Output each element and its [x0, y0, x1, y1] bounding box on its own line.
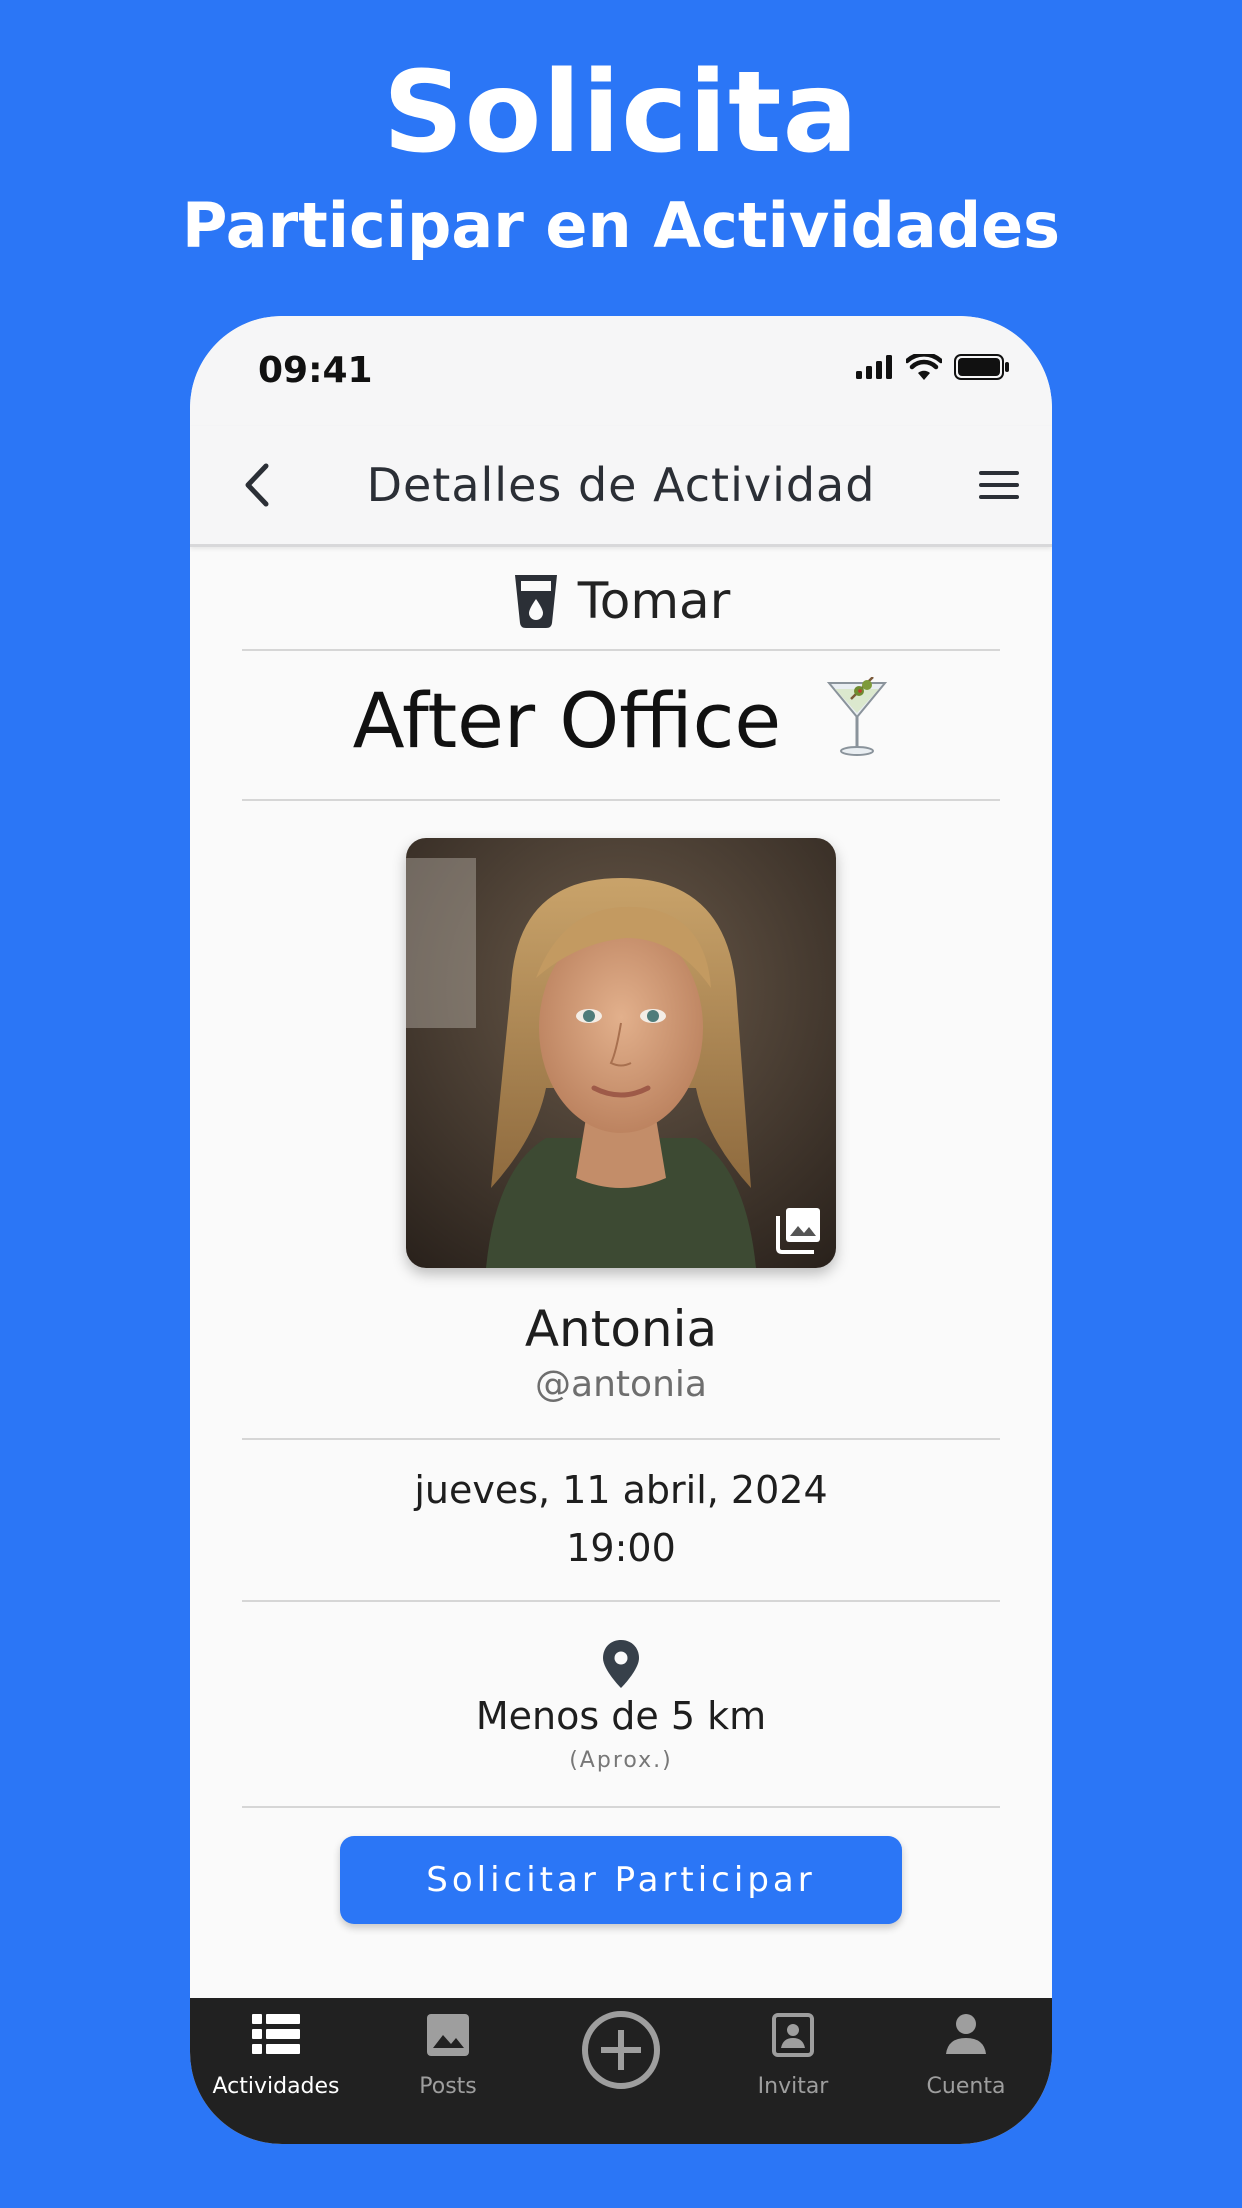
hero-subtitle: Participar en Actividades: [181, 189, 1061, 262]
hamburger-menu-icon: [979, 471, 1019, 499]
activity-title-text: After Office: [352, 676, 782, 765]
list-icon: [252, 2014, 300, 2054]
battery-icon: [954, 354, 1009, 380]
tab-actividades[interactable]: Actividades: [190, 1998, 362, 2144]
divider: [242, 1438, 1000, 1440]
distance-note: (Aprox.): [569, 1748, 673, 1773]
tab-invitar[interactable]: Invitar: [707, 1998, 879, 2144]
divider: [242, 1600, 1000, 1602]
activity-title: After Office: [190, 676, 1052, 775]
activity-date: jueves, 11 abril, 2024: [414, 1468, 828, 1512]
person-icon: [946, 2014, 986, 2054]
add-circle-icon: [582, 2011, 660, 2089]
location-pin-icon: [603, 1640, 639, 1688]
page-title: Detalles de Actividad: [366, 458, 876, 512]
cocktail-glass-icon: [825, 676, 889, 775]
activity-time: 19:00: [566, 1526, 676, 1570]
phone-screen: 09:41 Detalles de Actividad Tomar After …: [190, 316, 1052, 2144]
profile-photo-image: [406, 838, 836, 1268]
wifi-icon: [906, 354, 942, 380]
tab-label: Posts: [419, 2074, 477, 2099]
divider: [242, 649, 1000, 651]
image-icon: [427, 2014, 469, 2056]
tab-add[interactable]: [535, 1998, 707, 2144]
contact-card-icon: [772, 2013, 814, 2057]
divider: [242, 799, 1000, 801]
request-join-button[interactable]: Solicitar Participar: [340, 1836, 902, 1924]
signal-icon: [856, 355, 892, 379]
drink-cup-icon: [514, 575, 557, 628]
status-icons: [856, 354, 1010, 380]
tab-label: Cuenta: [926, 2074, 1006, 2099]
app-bar: Detalles de Actividad: [190, 426, 1052, 547]
status-time: 09:41: [258, 350, 373, 391]
divider: [242, 1806, 1000, 1808]
profile-photo[interactable]: [406, 838, 836, 1268]
category-row: Tomar: [190, 566, 1052, 636]
tab-cuenta[interactable]: Cuenta: [880, 1998, 1052, 2144]
tab-posts[interactable]: Posts: [362, 1998, 534, 2144]
tab-label: Actividades: [212, 2074, 340, 2099]
category-label: Tomar: [577, 572, 731, 630]
host-name: Antonia: [524, 1300, 718, 1358]
photo-library-icon: [776, 1208, 820, 1254]
menu-button[interactable]: [970, 456, 1028, 514]
tab-label: Invitar: [757, 2074, 829, 2099]
hero-title: Solicita: [382, 48, 860, 178]
host-handle[interactable]: @antonia: [190, 1364, 1052, 1405]
status-bar: 09:41: [190, 316, 1052, 426]
bottom-tab-bar: Actividades Posts Invitar Cuenta: [190, 1998, 1052, 2144]
distance-text: Menos de 5 km: [475, 1694, 767, 1738]
